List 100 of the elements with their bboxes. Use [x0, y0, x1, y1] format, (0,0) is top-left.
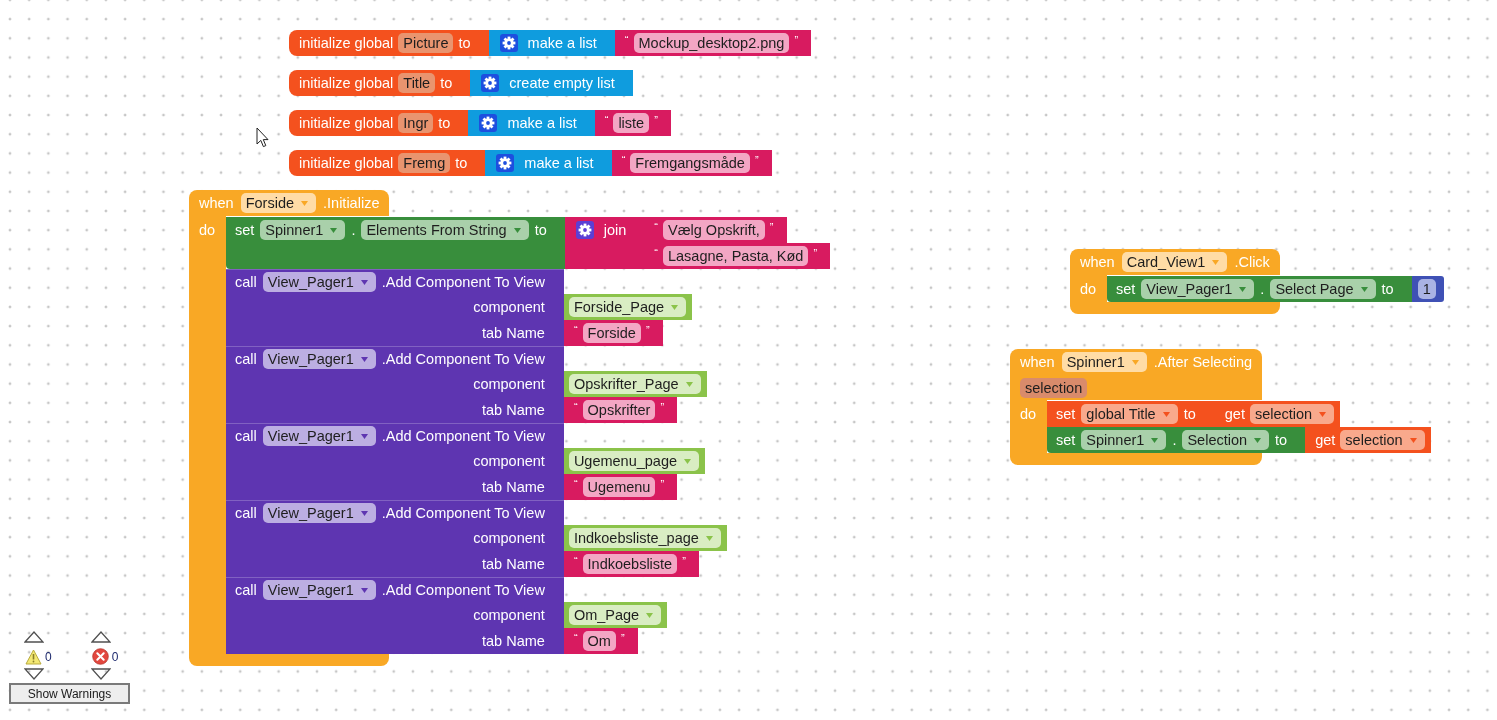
component-dropdown[interactable]: View_Pager1 — [262, 426, 376, 446]
quote-mark: ” — [769, 222, 774, 233]
variable-dropdown[interactable]: selection — [1340, 430, 1425, 450]
keyword-label: do — [1080, 280, 1098, 299]
component-dropdown[interactable]: Card_View1 — [1121, 252, 1228, 272]
component-dropdown[interactable]: Forside_Page — [568, 297, 687, 317]
quote-mark: “ — [654, 222, 658, 233]
up-arrow-icon[interactable] — [24, 631, 44, 643]
component-dropdown[interactable]: Spinner1 — [1081, 430, 1167, 450]
event-name-label: .Click — [1234, 253, 1270, 272]
quote-mark: “ — [573, 402, 578, 413]
component-dropdown[interactable]: View_Pager1 — [262, 349, 376, 369]
text-field[interactable]: Om — [582, 631, 616, 651]
quote-mark: “ — [654, 248, 658, 259]
keyword-label: do — [199, 221, 217, 240]
dropdown-caret-icon — [1360, 286, 1368, 292]
keyword-label: to — [440, 74, 453, 93]
text-field[interactable]: Opskrifter — [582, 400, 656, 420]
keyword-label: call — [235, 427, 257, 446]
dropdown-caret-icon — [1212, 259, 1220, 265]
quote-mark: “ — [573, 556, 578, 567]
keyword-label: get — [1224, 405, 1245, 424]
text-field[interactable]: Forside — [582, 323, 641, 343]
mouse-pointer-icon — [256, 127, 269, 148]
text-field[interactable]: Mockup_desktop2.png — [633, 33, 790, 53]
warning-count: 0 — [45, 649, 52, 664]
component-dropdown[interactable]: View_Pager1 — [262, 580, 376, 600]
keyword-label: call — [235, 350, 257, 369]
text-field[interactable]: Fremgangsmåde — [630, 153, 750, 173]
dropdown-caret-icon — [301, 200, 309, 206]
block-label: make a list — [524, 154, 594, 173]
show-warnings-button[interactable]: Show Warnings — [9, 683, 130, 704]
dropdown-caret-icon — [360, 433, 368, 439]
variable-name-field[interactable]: Picture — [398, 33, 454, 53]
text-field[interactable]: Indkoebsliste — [582, 554, 678, 574]
variable-dropdown[interactable]: selection — [1249, 404, 1335, 424]
variable-name-field[interactable]: Fremg — [398, 153, 451, 173]
variable-name-field[interactable]: Title — [398, 73, 436, 93]
component-dropdown[interactable]: Forside — [240, 193, 317, 213]
keyword-label: set — [1056, 405, 1076, 424]
property-dropdown[interactable]: Select Page — [1270, 279, 1376, 299]
dropdown-caret-icon — [360, 510, 368, 516]
dropdown-caret-icon — [1162, 411, 1170, 417]
variable-dropdown[interactable]: global Title — [1081, 404, 1178, 424]
text-field[interactable]: Vælg Opskrift, — [663, 220, 765, 240]
keyword-label: when — [1020, 353, 1055, 372]
quote-mark: ” — [645, 325, 650, 336]
method-name-label: .Add Component To View — [381, 504, 545, 523]
text-field[interactable]: Ugemenu — [582, 477, 656, 497]
argument-label: tab Name — [482, 324, 545, 343]
gear-icon[interactable] — [575, 221, 594, 239]
dropdown-caret-icon — [1254, 437, 1262, 443]
dropdown-caret-icon — [360, 279, 368, 285]
number-field[interactable]: 1 — [1417, 279, 1436, 299]
dropdown-caret-icon — [671, 304, 679, 310]
gear-icon[interactable] — [481, 74, 500, 92]
dropdown-caret-icon — [685, 381, 693, 387]
property-dropdown[interactable]: Selection — [1182, 430, 1270, 450]
dropdown-caret-icon — [684, 458, 692, 464]
component-dropdown[interactable]: Spinner1 — [1061, 352, 1147, 372]
dropdown-caret-icon — [360, 356, 368, 362]
component-dropdown[interactable]: Spinner1 — [260, 220, 346, 240]
text-field[interactable]: Lasagne, Pasta, Kød — [663, 246, 809, 266]
keyword-label: do — [1020, 405, 1038, 424]
keyword-label: to — [458, 34, 471, 53]
argument-label: tab Name — [482, 632, 545, 651]
gear-icon[interactable] — [479, 114, 498, 132]
parameter-field[interactable]: selection — [1020, 378, 1088, 398]
component-dropdown[interactable]: View_Pager1 — [1141, 279, 1255, 299]
quote-mark: “ — [573, 633, 578, 644]
down-arrow-icon[interactable] — [90, 668, 111, 680]
keyword-label: when — [1080, 253, 1115, 272]
up-arrow-icon[interactable] — [90, 631, 111, 643]
argument-label: component — [473, 606, 545, 625]
variable-name-field[interactable]: Ingr — [398, 113, 434, 133]
dropdown-caret-icon — [513, 227, 521, 233]
component-dropdown[interactable]: Ugemenu_page — [568, 451, 700, 471]
dropdown-caret-icon — [1319, 411, 1327, 417]
dropdown-caret-icon — [1239, 286, 1247, 292]
property-dropdown[interactable]: Elements From String — [361, 220, 529, 240]
component-dropdown[interactable]: View_Pager1 — [262, 272, 376, 292]
keyword-label: initialize global — [299, 154, 394, 173]
gear-icon[interactable] — [499, 34, 518, 52]
keyword-label: set — [1116, 280, 1136, 299]
down-arrow-icon[interactable] — [24, 668, 44, 680]
quote-mark: ” — [660, 479, 665, 490]
method-name-label: .Add Component To View — [381, 273, 545, 292]
component-dropdown[interactable]: View_Pager1 — [262, 503, 376, 523]
component-dropdown[interactable]: Om_Page — [568, 605, 662, 625]
component-dropdown[interactable]: Opskrifter_Page — [568, 374, 701, 394]
keyword-label: get — [1315, 431, 1336, 450]
gear-icon[interactable] — [496, 154, 515, 172]
keyword-label: initialize global — [299, 74, 394, 93]
method-name-label: .Add Component To View — [381, 350, 545, 369]
quote-mark: “ — [604, 115, 609, 126]
quote-mark: ” — [660, 402, 665, 413]
method-name-label: .Add Component To View — [381, 427, 545, 446]
error-count: 0 — [111, 649, 119, 664]
component-dropdown[interactable]: Indkoebsliste_page — [568, 528, 721, 548]
text-field[interactable]: liste — [613, 113, 650, 133]
